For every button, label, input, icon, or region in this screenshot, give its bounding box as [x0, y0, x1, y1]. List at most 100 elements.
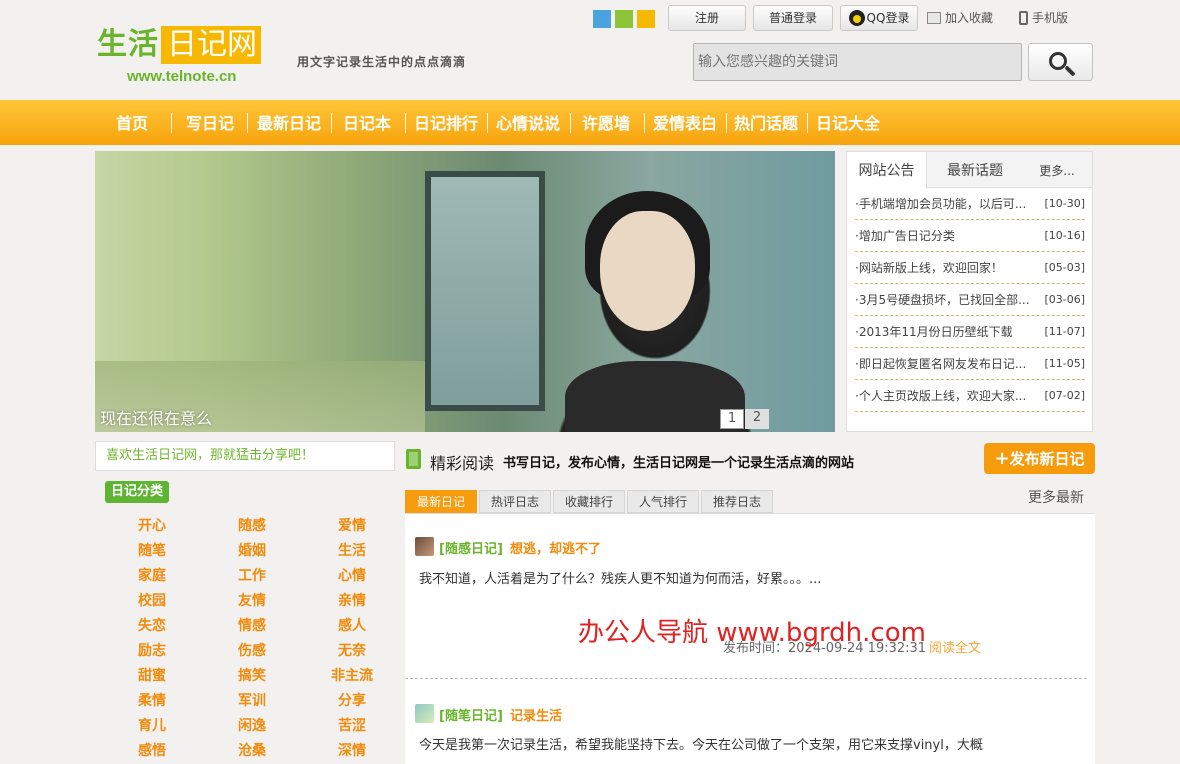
category-link[interactable]: 深情 [302, 739, 402, 764]
theme-swatches [593, 10, 655, 28]
notice-list: ·手机端增加会员功能，以后可... [10-30] ·增加广告日记分类 [10-16… [855, 188, 1085, 412]
notice-panel: 网站公告 最新话题 更多... ·手机端增加会员功能，以后可... [10-30]… [846, 151, 1093, 432]
category-link[interactable]: 随感 [202, 514, 302, 539]
category-link[interactable]: 爱情 [302, 514, 402, 539]
tab-latest-topics[interactable]: 最新话题 [927, 152, 1023, 189]
theme-blue-swatch[interactable] [593, 10, 611, 28]
tab-latest-diary[interactable]: 最新日记 [405, 490, 477, 513]
qq-login-label: QQ登录 [866, 11, 910, 25]
nav-latest[interactable]: 最新日记 [253, 100, 325, 145]
category-link[interactable]: 情感 [202, 614, 302, 639]
list-item[interactable]: ·即日起恢复匿名网友发布日记... [11-05] [855, 348, 1085, 380]
tab-announcement[interactable]: 网站公告 [847, 152, 927, 189]
read-more-link[interactable]: 阅读全文 [929, 637, 981, 656]
list-item[interactable]: ·3月5号硬盘损坏，已找回全部... [03-06] [855, 284, 1085, 316]
category-link[interactable]: 苦涩 [302, 714, 402, 739]
search-input[interactable] [693, 43, 1022, 81]
category-link[interactable]: 家庭 [102, 564, 202, 589]
site-logo[interactable]: 生活 日记网 www.telnote.cn [97, 26, 282, 92]
nav-home[interactable]: 首页 [104, 100, 160, 145]
category-link[interactable]: 工作 [202, 564, 302, 589]
slider-dot-2[interactable]: 2 [745, 409, 769, 429]
login-button[interactable]: 普通登录 [753, 5, 833, 31]
mobile-label: 手机版 [1032, 11, 1069, 25]
article-excerpt: 今天是我第一次记录生活，希望我能坚持下去。今天在公司做了一个支架，用它来支撑vi… [419, 738, 983, 753]
site-slogan: 用文字记录生活中的点点滴滴 [297, 55, 467, 69]
register-button[interactable]: 注册 [668, 5, 746, 31]
category-link[interactable]: 育儿 [102, 714, 202, 739]
featured-slider-image[interactable] [95, 151, 835, 432]
category-link[interactable]: 闲逸 [202, 714, 302, 739]
category-link[interactable]: 校园 [102, 589, 202, 614]
category-link[interactable]: 非主流 [302, 664, 402, 689]
share-prompt[interactable]: 喜欢生活日记网，那就猛击分享吧！ [95, 441, 395, 471]
diary-tabs: 最新日记 热评日志 收藏排行 人气排行 推荐日志 [405, 490, 1095, 514]
logo-part2: 日记网 [161, 26, 261, 64]
category-link[interactable]: 柔情 [102, 689, 202, 714]
nav-love[interactable]: 爱情表白 [649, 100, 721, 145]
category-link[interactable]: 友情 [202, 589, 302, 614]
nav-collection[interactable]: 日记大全 [812, 100, 884, 145]
avatar[interactable] [415, 704, 434, 723]
mobile-link[interactable]: 手机版 [1019, 9, 1068, 27]
list-item[interactable]: ·网站新版上线，欢迎回家！ [05-03] [855, 252, 1085, 284]
nav-topics[interactable]: 热门话题 [730, 100, 802, 145]
more-latest-link[interactable]: 更多最新 [1028, 487, 1084, 507]
list-item[interactable]: ·2013年11月份日历壁纸下载 [11-07] [855, 316, 1085, 348]
watermark-text: 办公人导航 www.bgrdh.com [578, 618, 926, 648]
category-link[interactable]: 无奈 [302, 639, 402, 664]
notice-more-link[interactable]: 更多... [1037, 152, 1077, 189]
category-link[interactable]: 婚姻 [202, 539, 302, 564]
book-icon [406, 449, 421, 469]
list-item[interactable]: ·个人主页改版上线，欢迎大家... [07-02] [855, 380, 1085, 412]
main-nav: 首页 写日记 最新日记 日记本 日记排行 心情说说 许愿墙 爱情表白 热门话题 … [0, 100, 1180, 145]
publish-diary-button[interactable]: +发布新日记 [984, 443, 1095, 474]
category-link[interactable]: 生活 [302, 539, 402, 564]
category-link[interactable]: 甜蜜 [102, 664, 202, 689]
theme-green-swatch[interactable] [615, 10, 633, 28]
category-link[interactable]: 亲情 [302, 589, 402, 614]
divider [405, 678, 1087, 679]
tab-recommended[interactable]: 推荐日志 [701, 490, 773, 513]
article-category[interactable]: [随笔日记] [439, 705, 503, 724]
article-title[interactable]: 记录生活 [510, 705, 562, 724]
bookmark-label: 加入收藏 [945, 11, 994, 25]
article-category[interactable]: [随感日记] [439, 538, 503, 557]
article-title[interactable]: 想逃，却逃不了 [510, 538, 601, 557]
slider-dot-1[interactable]: 1 [720, 409, 744, 429]
logo-url: www.telnote.cn [127, 68, 237, 85]
category-link[interactable]: 军训 [202, 689, 302, 714]
nav-ranking[interactable]: 日记排行 [410, 100, 482, 145]
category-link[interactable]: 心情 [302, 564, 402, 589]
category-link[interactable]: 沧桑 [202, 739, 302, 764]
category-label: 日记分类 [105, 481, 170, 503]
category-link[interactable]: 励志 [102, 639, 202, 664]
tab-popularity-ranking[interactable]: 人气排行 [627, 490, 699, 513]
tab-favorites-ranking[interactable]: 收藏排行 [553, 490, 625, 513]
qq-login-button[interactable]: QQ登录 [840, 5, 918, 31]
category-link[interactable]: 开心 [102, 514, 202, 539]
theme-yellow-swatch[interactable] [637, 10, 655, 28]
bookmark-icon [927, 12, 941, 24]
category-link[interactable]: 失恋 [102, 614, 202, 639]
logo-part1: 生活 [97, 27, 159, 62]
category-link[interactable]: 伤感 [202, 639, 302, 664]
category-link[interactable]: 感悟 [102, 739, 202, 764]
list-item[interactable]: ·手机端增加会员功能，以后可... [10-30] [855, 188, 1085, 220]
category-link[interactable]: 随笔 [102, 539, 202, 564]
slider-caption[interactable]: 现在还很在意么 [100, 405, 212, 429]
tab-hot-comments[interactable]: 热评日志 [479, 490, 551, 513]
bookmark-link[interactable]: 加入收藏 [927, 9, 993, 27]
nav-write[interactable]: 写日记 [180, 100, 240, 145]
nav-diarybook[interactable]: 日记本 [337, 100, 397, 145]
avatar[interactable] [415, 537, 434, 556]
search-button[interactable] [1028, 43, 1093, 81]
notice-tabs: 网站公告 最新话题 更多... [847, 152, 1092, 189]
list-item[interactable]: ·增加广告日记分类 [10-16] [855, 220, 1085, 252]
nav-wishwall[interactable]: 许愿墙 [576, 100, 636, 145]
phone-icon [1019, 11, 1028, 25]
nav-mood[interactable]: 心情说说 [492, 100, 564, 145]
category-link[interactable]: 搞笑 [202, 664, 302, 689]
category-link[interactable]: 分享 [302, 689, 402, 714]
category-link[interactable]: 感人 [302, 614, 402, 639]
